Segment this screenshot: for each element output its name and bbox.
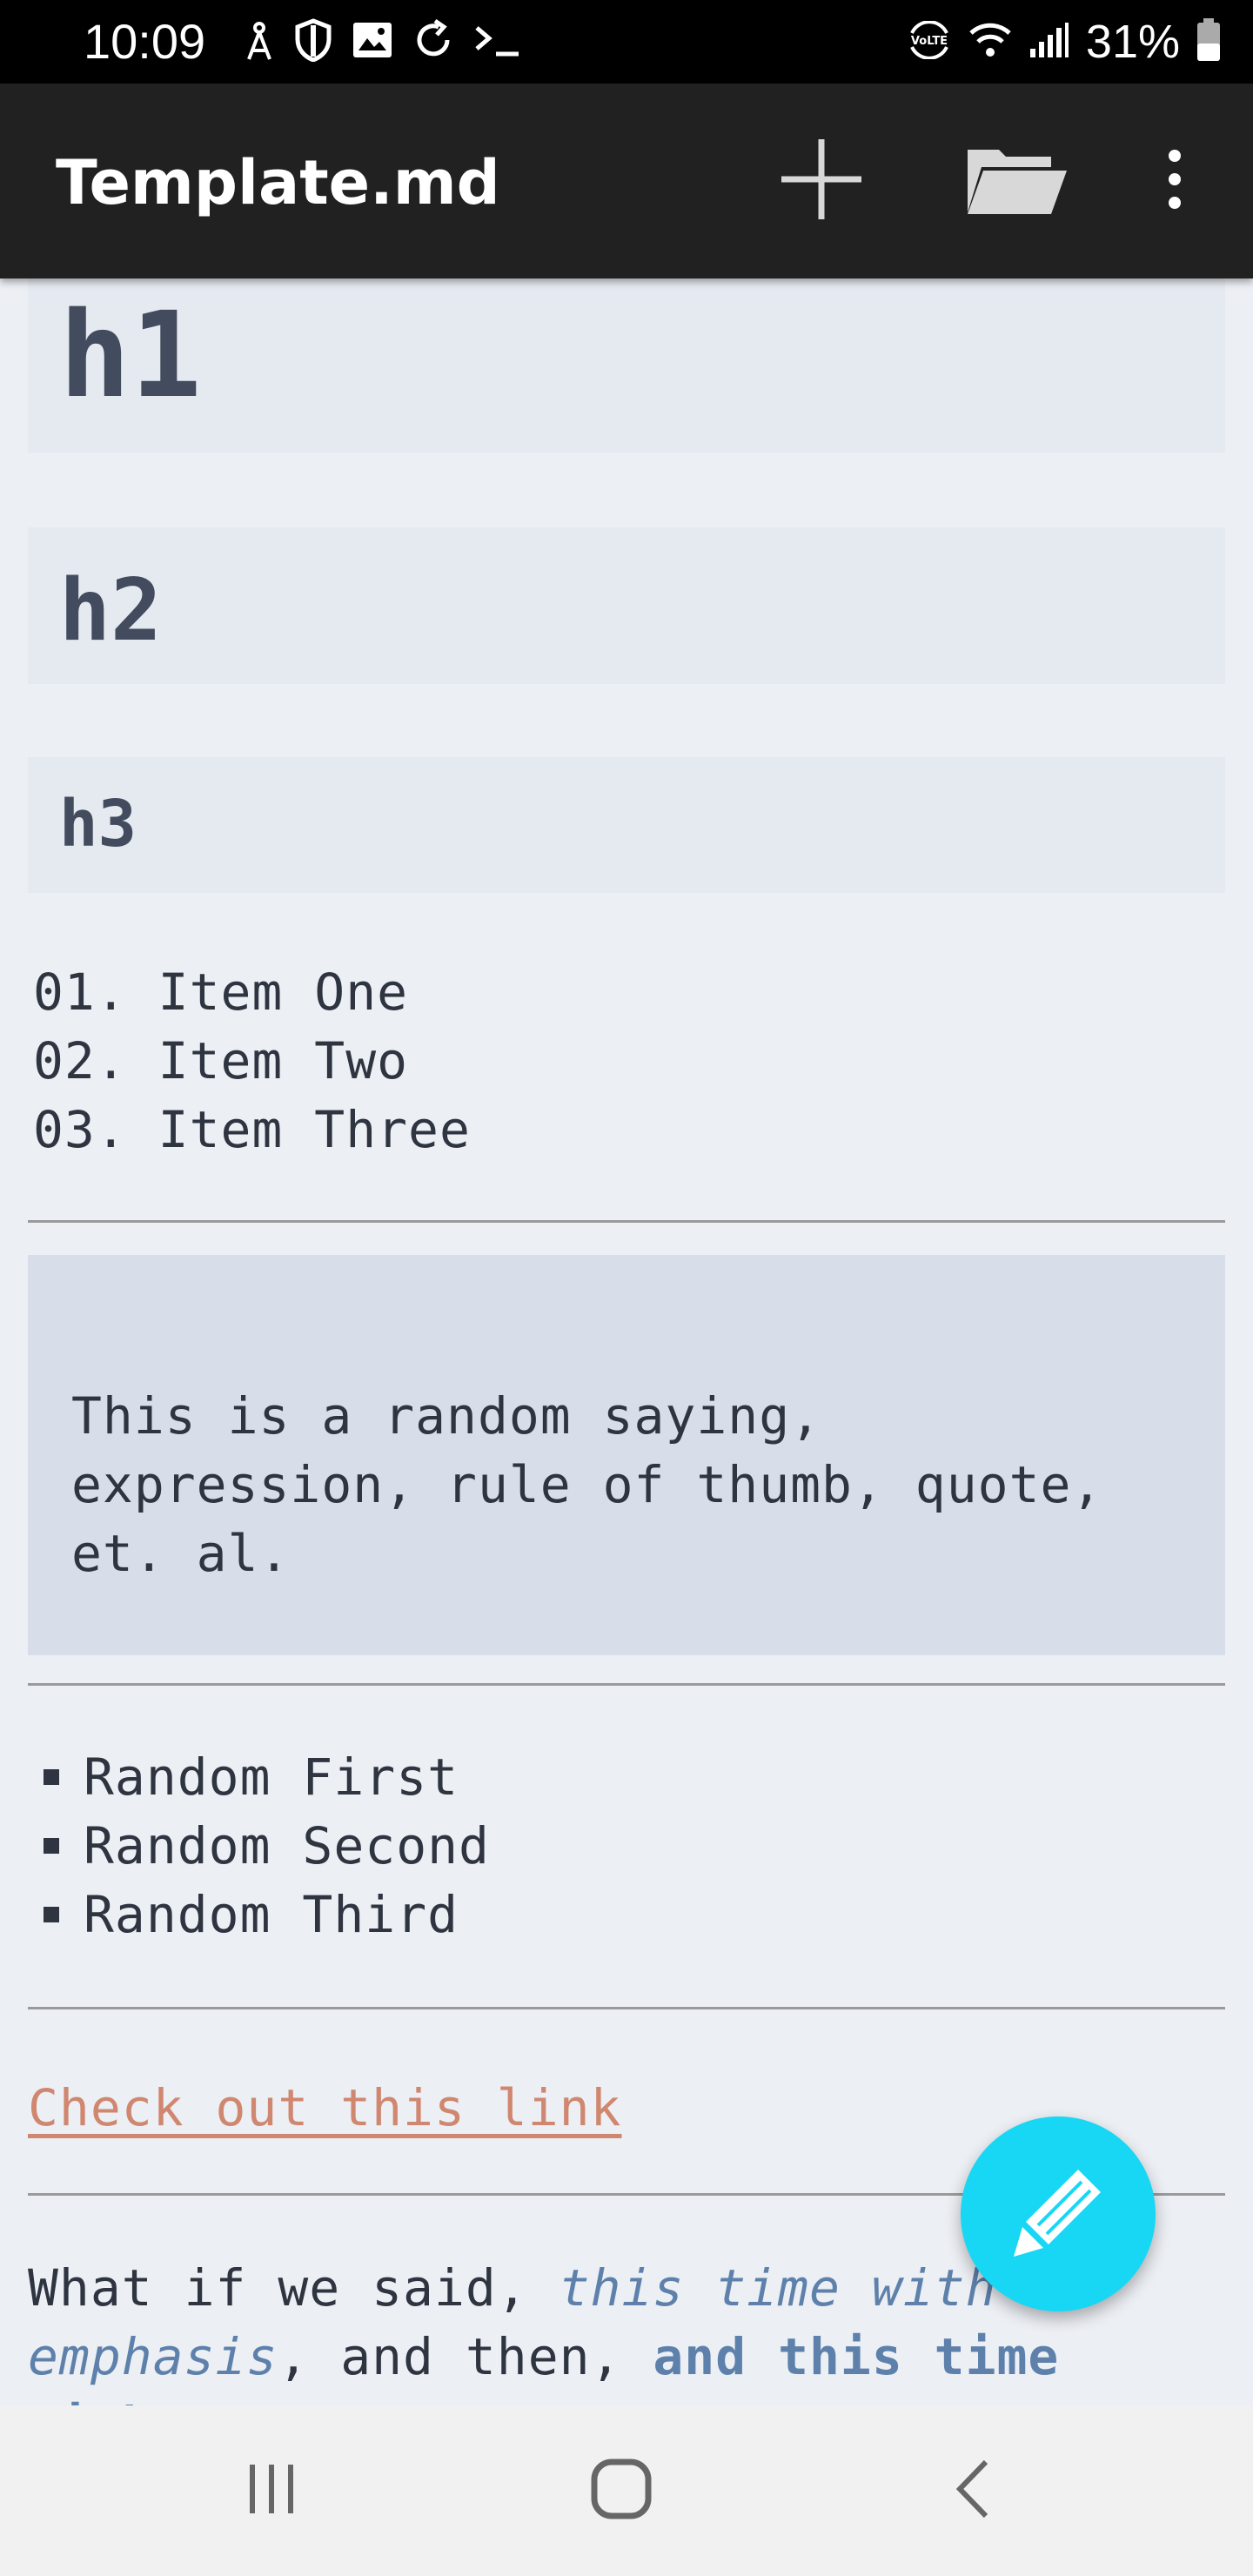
bullet-list-item: Random First xyxy=(84,1748,459,1807)
battery-percent: 31% xyxy=(1085,16,1180,68)
recent-apps-button[interactable] xyxy=(219,2447,324,2534)
blockquote-text: This is a random saying, expression, rul… xyxy=(71,1382,1203,1588)
horizontal-rule xyxy=(28,1220,1225,1223)
status-left-icons xyxy=(244,16,522,68)
heading-1-block: h1 xyxy=(28,278,1225,453)
signal-icon xyxy=(1029,21,1070,64)
heading-2-block: h2 xyxy=(28,527,1225,684)
bullet-marker xyxy=(44,1907,59,1922)
add-button[interactable] xyxy=(766,132,877,230)
overflow-menu-button[interactable] xyxy=(1140,132,1209,230)
status-time: 10:09 xyxy=(84,14,206,69)
volte-icon: VoLTE xyxy=(907,19,952,64)
status-bar: 10:09 VoLTE 31% xyxy=(0,0,1253,84)
blockquote-line: et. al. xyxy=(71,1524,291,1583)
strong-text: and this time xyxy=(653,2327,1060,2386)
status-right-icons: VoLTE 31% xyxy=(907,14,1222,70)
horizontal-rule xyxy=(28,1683,1225,1686)
back-icon xyxy=(951,2459,995,2523)
paragraph-text: What if we said, xyxy=(28,2258,559,2318)
paragraph-text: , and then, xyxy=(278,2327,653,2386)
battery-icon xyxy=(1196,17,1222,67)
heading-3-block: h3 xyxy=(28,757,1225,893)
ordered-list-item: 02. Item Two xyxy=(33,1031,409,1090)
shield-icon xyxy=(294,17,332,66)
blockquote-line: expression, rule of thumb, quote, xyxy=(71,1455,1103,1514)
sync-icon xyxy=(412,18,454,65)
bullet-marker xyxy=(44,1769,59,1785)
bullet-list-item: Random Second xyxy=(84,1816,490,1875)
back-button[interactable] xyxy=(921,2447,1025,2534)
markdown-preview[interactable]: h1 h2 h3 01. Item One 02. Item Two 03. I… xyxy=(0,278,1253,2405)
heading-3: h3 xyxy=(59,787,137,862)
recent-apps-icon xyxy=(244,2461,299,2520)
more-vert-icon xyxy=(1164,149,1185,213)
blockquote-line: This is a random saying, xyxy=(71,1386,822,1446)
bullet-marker xyxy=(44,1838,59,1854)
pencil-icon xyxy=(1010,2164,1106,2264)
horizontal-rule xyxy=(28,2007,1225,2009)
edit-fab[interactable] xyxy=(961,2116,1156,2311)
folder-open-icon xyxy=(964,141,1069,221)
file-title: Template.md xyxy=(56,147,500,218)
home-icon xyxy=(590,2458,653,2524)
markdown-link[interactable]: Check out this link xyxy=(28,2073,621,2143)
open-folder-button[interactable] xyxy=(957,132,1075,230)
heading-1: h1 xyxy=(59,287,202,425)
antenna-icon xyxy=(244,19,275,65)
bullet-list-item: Random Third xyxy=(84,1885,459,1944)
wifi-icon xyxy=(968,21,1013,64)
ordered-list-item: 01. Item One xyxy=(33,963,409,1022)
terminal-icon xyxy=(473,21,522,64)
blockquote: This is a random saying, expression, rul… xyxy=(28,1255,1225,1655)
home-button[interactable] xyxy=(569,2447,673,2534)
svg-text:VoLTE: VoLTE xyxy=(911,35,948,48)
heading-2: h2 xyxy=(59,561,163,661)
system-nav-bar xyxy=(0,2405,1253,2576)
image-icon xyxy=(352,21,393,64)
app-bar: Template.md xyxy=(0,84,1253,278)
ordered-list-item: 03. Item Three xyxy=(33,1100,471,1159)
add-icon xyxy=(778,136,865,226)
strong-text-continued: with ... xyxy=(28,2396,278,2405)
